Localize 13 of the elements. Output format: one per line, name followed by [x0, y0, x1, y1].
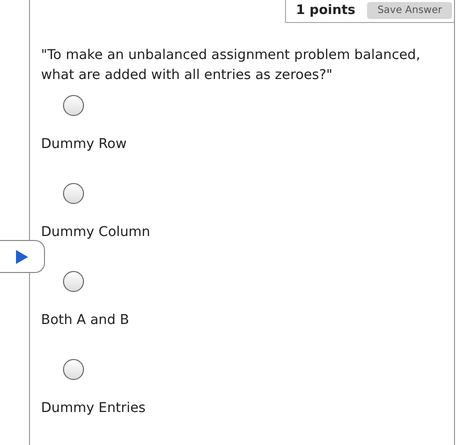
play-icon [15, 248, 29, 264]
option-label: Both A and B [41, 312, 130, 328]
option-label: Dummy Column [41, 224, 150, 240]
option-label: Dummy Entries [41, 400, 146, 416]
radio-button[interactable] [63, 359, 84, 380]
save-answer-button[interactable]: Save Answer [367, 2, 452, 18]
play-button[interactable] [0, 240, 45, 273]
points-label: 1 points [296, 2, 356, 18]
radio-button[interactable] [63, 95, 84, 116]
option-label: Dummy Row [41, 136, 127, 152]
radio-button[interactable] [63, 183, 84, 204]
radio-button[interactable] [63, 271, 84, 292]
question-text: "To make an unbalanced assignment problem balanced, what are added with all entries as zeroes?" [41, 46, 422, 85]
